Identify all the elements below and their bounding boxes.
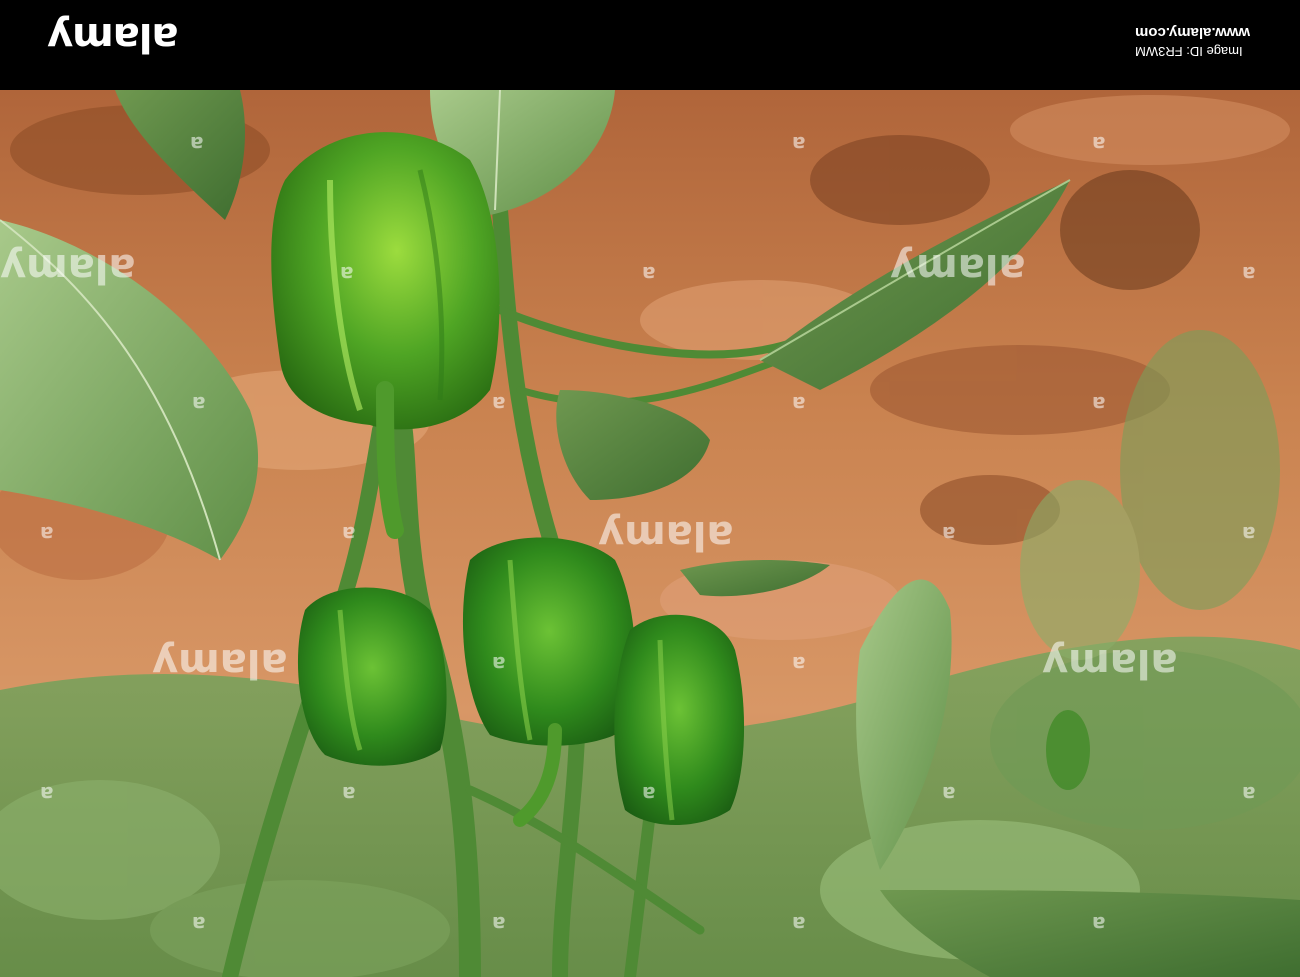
pepper-lower-right: [614, 614, 745, 825]
image-id-text: Image ID: FR3WM: [1134, 44, 1243, 59]
pepper-plant-photo: [0, 90, 1300, 977]
image-frame: alamy Image ID: FR3WM www.alamy.com alam…: [0, 0, 1300, 977]
watermark-banner: alamy Image ID: FR3WM www.alamy.com: [0, 0, 1300, 90]
site-url-text: www.alamy.com: [1134, 24, 1250, 41]
image-meta: Image ID: FR3WM www.alamy.com: [1135, 22, 1250, 60]
brand-logo: alamy: [48, 14, 179, 60]
pepper-background-small: [1046, 710, 1090, 790]
pepper-lower-left: [297, 587, 447, 766]
